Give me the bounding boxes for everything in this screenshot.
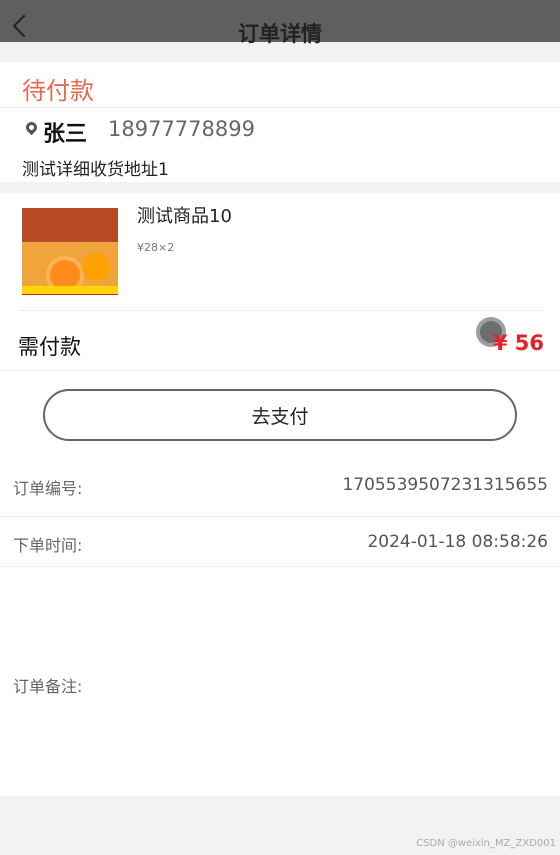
goods-thumbnail[interactable] xyxy=(22,208,118,302)
need-pay-amount: ¥ 56 xyxy=(492,331,544,355)
nav-bar: 订单详情 xyxy=(0,0,560,46)
goods-name[interactable]: 测试商品10 xyxy=(137,202,232,228)
page-title: 订单详情 xyxy=(238,22,322,46)
order-info-panel xyxy=(0,460,560,796)
order-status: 待付款 xyxy=(22,77,94,105)
need-pay-label: 需付款 xyxy=(18,335,81,359)
order-number-label: 订单编号: xyxy=(13,479,83,498)
order-status-panel: 待付款 xyxy=(0,62,560,108)
order-time-label: 下单时间: xyxy=(13,536,83,555)
watermark: CSDN @weixin_MZ_ZXD001 xyxy=(416,838,556,849)
thumbnail-label-white xyxy=(22,294,118,302)
divider xyxy=(0,516,560,517)
pay-button[interactable]: 去支付 xyxy=(43,389,517,441)
receiver-phone: 18977778899 xyxy=(108,117,255,141)
divider xyxy=(18,310,544,311)
thumbnail-orange-small xyxy=(82,253,110,281)
order-number-value: 1705539507231315655 xyxy=(342,475,548,495)
thumbnail-box-band xyxy=(22,208,118,242)
receiver-address: 测试详细收货地址1 xyxy=(22,160,169,180)
receiver-name: 张三 xyxy=(43,122,88,147)
thumbnail-label-yellow xyxy=(22,286,118,294)
order-time-value: 2024-01-18 08:58:26 xyxy=(367,532,548,552)
goods-spec: ¥28×2 xyxy=(137,241,175,254)
divider xyxy=(0,566,560,567)
order-remark-label: 订单备注: xyxy=(13,677,83,696)
